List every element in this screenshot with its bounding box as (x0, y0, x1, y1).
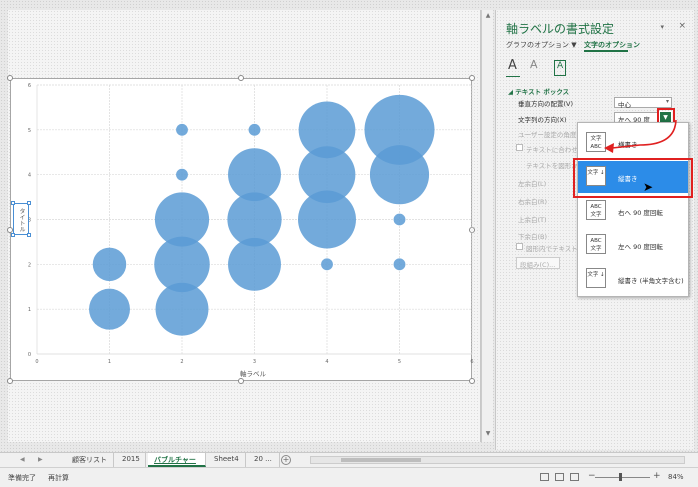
sheet-tab[interactable]: バブルチャート (148, 453, 206, 474)
x-tick-label: 4 (325, 359, 328, 365)
bubble (248, 123, 261, 136)
page-layout-view-icon[interactable] (555, 473, 564, 481)
status-bar: 準備完了 再計算 − + 84% (0, 467, 698, 487)
highlight-box (573, 158, 693, 198)
horizontal-scrollbar[interactable] (310, 456, 685, 464)
text-effects-icon[interactable]: A (530, 58, 538, 74)
active-icon-indicator (506, 76, 520, 77)
selection-handle[interactable] (27, 201, 31, 205)
bubble (321, 258, 333, 271)
horizontal-text-icon: 文字 ABC (586, 132, 606, 152)
pane-options-icon[interactable]: ▾ (660, 23, 664, 31)
text-direction-menu: 文字 ABC 横書き 文字 ↓ 縦書き ABC 文字 右へ 90 度回転 ABC… (577, 122, 689, 297)
section-textbox[interactable]: ◢ テキスト ボックス (508, 86, 569, 96)
vertical-align-select[interactable]: 中心 ▾ (614, 97, 672, 109)
active-tab-indicator (584, 50, 628, 52)
bubble (89, 288, 130, 330)
add-sheet-icon[interactable]: + (281, 455, 291, 465)
x-tick-label: 2 (180, 359, 183, 365)
selection-handle[interactable] (11, 233, 15, 237)
left-margin-label: 左余白(L) (518, 180, 547, 188)
y-tick-label: 0 (28, 352, 31, 358)
status-recalc: 再計算 (48, 474, 69, 482)
x-tick-label: 5 (398, 359, 401, 365)
bubble (228, 148, 281, 202)
selection-handle[interactable] (11, 201, 15, 205)
sheet-tab[interactable]: Sheet4 (208, 453, 246, 467)
custom-angle-label: ユーザー設定の角度 (518, 131, 577, 139)
textbox-icon[interactable]: A (554, 60, 567, 76)
y-tick-label: 2 (28, 262, 31, 268)
menu-item-label: 右へ 90 度回転 (618, 209, 663, 217)
menu-item-label: 縦書き (半角文字含む) (618, 277, 684, 285)
bubble (393, 258, 406, 271)
text-direction-label: 文字列の方向(X) (518, 116, 567, 124)
top-margin-label: 上余白(T) (518, 216, 547, 224)
sheet-tab[interactable]: 20 ... (248, 453, 280, 467)
right-margin-label: 右余白(R) (518, 198, 548, 206)
pane-title: 軸ラベルの書式設定 (506, 22, 615, 36)
autofit-label: テキストに合わせて (526, 146, 585, 154)
vertical-align-value: 中心 (618, 101, 631, 109)
y-tick-label: 4 (28, 173, 31, 179)
bubble (393, 213, 406, 226)
sheet-tab[interactable]: 2015 (116, 453, 146, 467)
scrollbar-thumb[interactable] (341, 458, 421, 462)
selection-handle[interactable] (27, 233, 31, 237)
chevron-down-icon: ▾ (665, 98, 669, 105)
menu-item-label: 横書き (618, 141, 638, 149)
y-tick-label: 1 (28, 307, 31, 313)
vertical-align-label: 垂直方向の配置(V) (518, 100, 574, 108)
zoom-slider-thumb[interactable] (619, 473, 622, 481)
sheet-tab-bar: ◀ ▶ 顧客リスト2015バブルチャートSheet420 ... + (0, 452, 698, 474)
y-axis-title-text: タイトル (18, 208, 25, 232)
bottom-margin-label: 下余白(B) (518, 233, 548, 241)
wrap-text-label: 図形内でテキストを (526, 245, 585, 253)
tab-scroll-left-icon[interactable]: ◀ (20, 456, 25, 463)
sheet-tab[interactable]: 顧客リスト (66, 453, 114, 467)
zoom-level[interactable]: 84% (668, 473, 684, 481)
y-tick-label: 6 (28, 83, 31, 89)
bubble (176, 168, 188, 181)
y-tick-label: 5 (28, 128, 31, 134)
bubble (176, 123, 188, 136)
menu-item-rotate-right[interactable]: ABC 文字 右へ 90 度回転 (578, 195, 688, 227)
text-fill-icon[interactable]: A (508, 58, 517, 74)
zoom-out-icon[interactable]: − (588, 471, 596, 481)
bubble (92, 247, 127, 282)
tab-text-options[interactable]: 文字のオプション (584, 40, 640, 50)
x-tick-label: 6 (470, 359, 473, 365)
autofit-checkbox[interactable] (516, 144, 523, 151)
normal-view-icon[interactable] (540, 473, 549, 481)
page-break-view-icon[interactable] (570, 473, 579, 481)
bubble (298, 101, 356, 159)
tab-chart-options[interactable]: グラフのオプション ▼ (506, 40, 577, 50)
bubble (154, 192, 210, 247)
tab-scroll-right-icon[interactable]: ▶ (38, 456, 43, 463)
zoom-in-icon[interactable]: + (653, 471, 661, 481)
menu-item-horizontal[interactable]: 文字 ABC 横書き (578, 127, 688, 159)
x-tick-label: 0 (35, 359, 38, 365)
x-axis-title[interactable]: 軸ラベル (240, 368, 266, 378)
stacked-text-icon: 文字 ↓ (586, 268, 606, 288)
menu-item-label: 左へ 90 度回転 (618, 243, 663, 251)
rotate-right-text-icon: ABC 文字 (586, 200, 606, 220)
bubble (364, 94, 435, 165)
close-icon[interactable]: × (678, 21, 686, 31)
x-tick-label: 1 (108, 359, 111, 365)
columns-button[interactable]: 段組み(C)... (516, 257, 560, 269)
y-axis-title[interactable]: タイトル (11, 201, 31, 237)
zoom-slider[interactable] (595, 477, 650, 478)
menu-item-vertical-halfwidth[interactable]: 文字 ↓ 縦書き (半角文字含む) (578, 263, 688, 295)
status-ready: 準備完了 (8, 474, 36, 482)
menu-item-rotate-left[interactable]: ABC 文字 左へ 90 度回転 (578, 229, 688, 261)
rotate-left-text-icon: ABC 文字 (586, 234, 606, 254)
wrap-text-checkbox[interactable] (516, 243, 523, 250)
mouse-cursor-icon: ➤ (643, 180, 654, 194)
x-tick-label: 3 (253, 359, 256, 365)
